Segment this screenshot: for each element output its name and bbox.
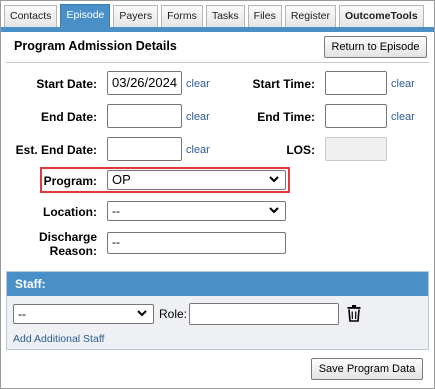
location-select-value: -- (112, 204, 120, 218)
tab-forms[interactable]: Forms (161, 5, 203, 27)
est-end-date-input[interactable] (107, 137, 182, 161)
discharge-reason-select[interactable]: -- (107, 232, 286, 254)
role-label: Role: (158, 307, 187, 321)
tab-underline (1, 27, 434, 32)
location-label: Location: (43, 205, 97, 219)
los-label: LOS: (286, 143, 315, 157)
start-time-label: Start Time: (252, 77, 315, 91)
chevron-down-icon (137, 310, 147, 317)
tab-outcometools[interactable]: OutcomeTools (338, 5, 424, 27)
start-date-clear-link[interactable]: clear (186, 78, 210, 90)
start-time-input[interactable] (325, 71, 387, 95)
tab-tasks[interactable]: Tasks (205, 5, 245, 27)
program-select-value: OP (112, 172, 131, 187)
end-date-input[interactable] (107, 104, 182, 128)
end-time-input[interactable] (325, 104, 387, 128)
add-additional-staff-link[interactable]: Add Additional Staff (13, 333, 104, 345)
end-date-label: End Date: (40, 110, 97, 124)
staff-select[interactable]: -- (13, 304, 154, 324)
tab-bar: Contacts Episode Payers Forms Tasks File… (4, 4, 424, 28)
start-date-label: Start Date: (36, 77, 97, 91)
program-label: Program: (43, 174, 97, 188)
return-to-episode-button[interactable]: Return to Episode (324, 36, 427, 58)
staff-select-value: -- (18, 307, 26, 321)
end-date-clear-link[interactable]: clear (186, 111, 210, 123)
section-divider (6, 62, 429, 63)
tab-episode[interactable]: Episode (60, 4, 111, 28)
los-input (325, 137, 387, 161)
tab-register[interactable]: Register (284, 5, 336, 27)
tab-contacts[interactable]: Contacts (4, 5, 58, 27)
end-time-clear-link[interactable]: clear (391, 111, 415, 123)
role-input[interactable] (189, 303, 339, 325)
program-select[interactable]: OP (107, 170, 286, 190)
staff-header: Staff: (7, 272, 428, 296)
discharge-reason-label: Discharge Reason: (38, 230, 97, 258)
start-time-clear-link[interactable]: clear (391, 78, 415, 90)
location-select[interactable]: -- (107, 201, 286, 221)
save-program-data-button[interactable]: Save Program Data (311, 358, 423, 380)
section-title: Program Admission Details (14, 39, 177, 53)
start-date-input[interactable]: 03/26/2024 (107, 71, 182, 95)
chevron-down-icon (269, 176, 279, 183)
chevron-down-icon (269, 207, 279, 214)
est-end-date-clear-link[interactable]: clear (186, 144, 210, 156)
end-time-label: End Time: (257, 110, 315, 124)
discharge-reason-select-value: -- (112, 235, 120, 249)
tab-payers[interactable]: Payers (113, 5, 159, 27)
tab-files[interactable]: Files (247, 5, 282, 27)
trash-icon[interactable] (347, 305, 361, 322)
staff-panel: Staff: -- Role: Add Additional Staff (6, 271, 429, 350)
est-end-date-label: Est. End Date: (15, 143, 97, 157)
